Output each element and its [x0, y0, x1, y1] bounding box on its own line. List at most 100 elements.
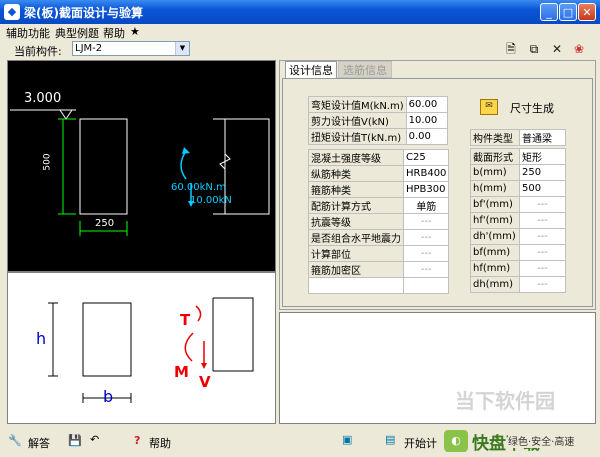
moment-value: 60.00kN.m [171, 182, 226, 193]
height-dimension: 500 [42, 153, 53, 171]
watermark-text: 当下软件园 [455, 389, 555, 413]
width-dimension: 250 [95, 218, 115, 229]
member-label: 当前构件: [14, 45, 62, 58]
load-label: 扭矩设计值T(kN.m) [308, 128, 407, 145]
long-bar-select[interactable]: HRB400 [402, 165, 450, 182]
tool-icon[interactable]: ❀ [571, 41, 587, 57]
save-icon[interactable]: 💾 [68, 434, 82, 447]
help-icon[interactable]: ? [134, 434, 140, 447]
minimize-button[interactable]: _ [540, 3, 558, 21]
material-table: 混凝土强度等级 C25 纵筋种类 HRB400 箍筋种类 HPB300 配筋计算方式单… [308, 149, 450, 294]
table-row: h(mm) 500 [470, 180, 566, 197]
moment-input[interactable]: 60.00 [405, 96, 449, 113]
table-row: 弯矩设计值M(kN.m) 60.00 [308, 96, 449, 113]
table-row: bf(mm) --- [470, 244, 566, 261]
schematic-pane: h b T M V [7, 272, 276, 424]
bf-prime-input[interactable]: --- [519, 196, 566, 213]
title-bar: ◆ 梁(板)截面设计与验算 _ □ ✕ [0, 0, 600, 24]
seismic-combo-select[interactable]: --- [402, 229, 450, 246]
calc-location-select[interactable]: --- [402, 245, 450, 262]
menu-tools[interactable]: 辅助功能 [6, 25, 50, 41]
seismic-grade-select[interactable]: --- [402, 213, 450, 230]
help-button[interactable]: 帮助 [149, 435, 171, 451]
calc-icon[interactable]: ▣ [342, 433, 352, 446]
member-type-label: 构件类型 [470, 129, 520, 146]
section-label: bf(mm) [470, 244, 520, 261]
hf-input[interactable]: --- [519, 260, 566, 277]
design-info-panel: 设计信息 选筋信息 弯矩设计值M(kN.m) 60.00 剪力设计值V(kN) 10… [279, 60, 596, 310]
table-row: dh'(mm) --- [470, 228, 566, 245]
menu-help[interactable]: 帮助 [103, 25, 125, 41]
b-input[interactable]: 250 [519, 164, 566, 181]
menu-examples[interactable]: 典型例题 [55, 25, 99, 41]
dh-input[interactable]: --- [519, 276, 566, 293]
member-type-select[interactable]: 普通梁 [519, 129, 566, 146]
new-doc-icon[interactable]: 🗎 [503, 41, 519, 57]
table-row: 计算部位 --- [308, 245, 450, 262]
material-label: 纵筋种类 [308, 165, 404, 182]
material-label: 抗震等级 [308, 213, 404, 230]
torque-input[interactable]: 0.00 [405, 128, 449, 145]
h-input[interactable]: 500 [519, 180, 566, 197]
member-select[interactable]: LJM-2 ▼ [72, 41, 190, 56]
table-row: 剪力设计值V(kN) 10.00 [308, 112, 449, 129]
b-label: b [103, 387, 114, 406]
load-label: 剪力设计值V(kN) [308, 112, 407, 129]
table-row: hf(mm) --- [470, 260, 566, 277]
size-gen-button[interactable]: 尺寸生成 [510, 100, 554, 116]
table-row: 扭矩设计值T(kN.m) 0.00 [308, 128, 449, 145]
table-row: hf'(mm) --- [470, 212, 566, 229]
table-row: dh(mm) --- [470, 276, 566, 293]
table-row: 抗震等级 --- [308, 213, 450, 230]
copy-icon[interactable]: ⧉ [526, 41, 542, 57]
start-button[interactable]: 开始计 [404, 435, 437, 451]
table-row: 箍筋加密区 --- [308, 261, 450, 278]
schematic-drawing [48, 297, 254, 403]
bf-input[interactable]: --- [519, 244, 566, 261]
moment-label: M [174, 363, 189, 381]
app-icon: ◆ [4, 4, 20, 20]
table-row: 是否组合水平地震力 --- [308, 229, 450, 246]
section-label: 截面形式 [470, 148, 520, 165]
section-label: hf(mm) [470, 260, 520, 277]
close-button[interactable]: ✕ [578, 3, 596, 21]
bottom-toolbar: 🔧 解答 💾 ↶ ? 帮助 ▣ ▤ 开始计 ◐ 快盘下载 绿色·安全·高速 [0, 428, 600, 457]
tab-content: 弯矩设计值M(kN.m) 60.00 剪力设计值V(kN) 10.00 扭矩设计值T… [282, 78, 593, 307]
concrete-grade-select[interactable]: C25 [402, 149, 450, 166]
dh-prime-input[interactable]: --- [519, 228, 566, 245]
section-label: h(mm) [470, 180, 520, 197]
empty-cell [308, 277, 404, 294]
calc-mode-select[interactable]: 单筋 [402, 197, 450, 214]
tab-design-info[interactable]: 设计信息 [285, 61, 337, 78]
maximize-button[interactable]: □ [559, 3, 577, 21]
answer-icon[interactable]: 🔧 [8, 434, 22, 447]
answer-button[interactable]: 解答 [28, 435, 50, 451]
material-label: 配筋计算方式 [308, 197, 404, 214]
table-row: 配筋计算方式 单筋 [308, 197, 450, 214]
undo-icon[interactable]: ↶ [90, 433, 99, 446]
load-label: 弯矩设计值M(kN.m) [308, 96, 407, 113]
hf-prime-input[interactable]: --- [519, 212, 566, 229]
watermark-tagline: 绿色·安全·高速 [508, 433, 575, 448]
material-label: 混凝土强度等级 [308, 149, 404, 166]
material-label: 是否组合水平地震力 [308, 229, 404, 246]
h-label: h [36, 329, 47, 348]
size-gen-icon[interactable]: ✉ [480, 99, 498, 115]
member-select-value: LJM-2 [75, 43, 103, 54]
table-row: bf'(mm) --- [470, 196, 566, 213]
stirrup-zone-select[interactable]: --- [402, 261, 450, 278]
tab-rebar-info[interactable]: 选筋信息 [338, 61, 392, 78]
section-label: dh(mm) [470, 276, 520, 293]
section-dim-table: 截面形式 矩形 b(mm) 250 h(mm) 500 bf'(mm) --- hf'(… [470, 148, 566, 293]
shear-label: V [199, 373, 211, 391]
chevron-down-icon[interactable]: ▼ [175, 42, 189, 55]
shear-input[interactable]: 10.00 [405, 112, 449, 129]
material-label: 箍筋加密区 [308, 261, 404, 278]
start-icon[interactable]: ▤ [385, 433, 395, 446]
section-shape-select[interactable]: 矩形 [519, 148, 566, 165]
delete-icon[interactable]: ✕ [549, 41, 565, 57]
window-title: 梁(板)截面设计与验算 [24, 6, 143, 20]
stirrup-select[interactable]: HPB300 [402, 181, 450, 198]
menu-star[interactable]: ★ [130, 25, 140, 38]
load-table: 弯矩设计值M(kN.m) 60.00 剪力设计值V(kN) 10.00 扭矩设计值T… [308, 96, 449, 145]
